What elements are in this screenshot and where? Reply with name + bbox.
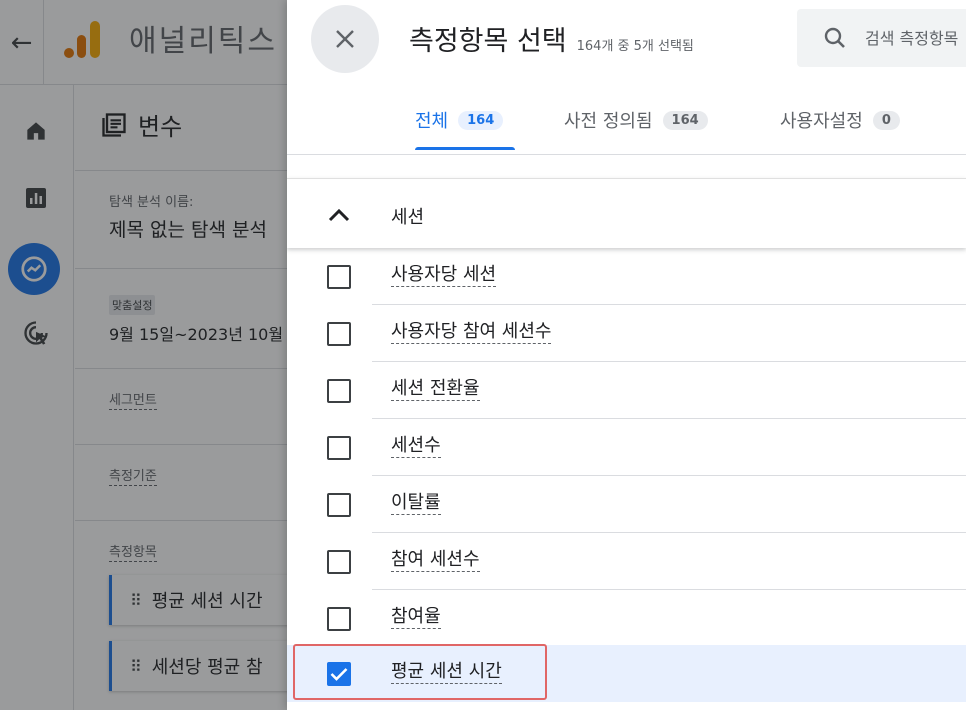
tab-label: 사전 정의됨 — [564, 111, 653, 132]
metric-label: 세션 전환율 — [391, 378, 480, 401]
tab-bar: 전체 164 사전 정의됨 164 사용자설정 0 — [287, 85, 966, 155]
metric-checkbox[interactable] — [327, 550, 351, 574]
metric-row[interactable]: 사용자당 참여 세션수 — [287, 305, 966, 362]
metric-label: 참여율 — [391, 606, 441, 629]
tab-label: 전체 — [415, 111, 449, 132]
chevron-up-icon[interactable] — [325, 201, 353, 229]
metric-label: 이탈률 — [391, 492, 441, 515]
search-box[interactable] — [797, 9, 966, 67]
tab-all[interactable]: 전체 164 — [415, 85, 504, 155]
tab-count-badge: 164 — [458, 110, 504, 130]
tab-predefined[interactable]: 사전 정의됨 164 — [564, 85, 708, 155]
group-label: 세션 — [391, 207, 425, 228]
active-tab-indicator — [415, 147, 515, 150]
tab-count-badge: 0 — [872, 110, 900, 130]
metric-checkbox[interactable] — [327, 379, 351, 403]
metric-label: 사용자당 참여 세션수 — [391, 321, 552, 344]
selection-count: 164개 중 5개 선택됨 — [576, 39, 694, 54]
search-icon — [824, 27, 845, 48]
tab-label: 사용자설정 — [780, 111, 863, 132]
metric-label: 세션수 — [391, 435, 441, 458]
close-icon — [336, 30, 354, 48]
close-button[interactable] — [311, 5, 379, 73]
metric-checkbox[interactable] — [327, 265, 351, 289]
search-input[interactable] — [865, 28, 966, 48]
metric-checkbox[interactable] — [327, 322, 351, 346]
group-header-session[interactable]: 세션 — [287, 178, 966, 248]
metric-label: 참여 세션수 — [391, 549, 480, 572]
tab-count-badge: 164 — [662, 110, 708, 130]
metric-checkbox[interactable] — [327, 607, 351, 631]
highlight-annotation — [293, 644, 547, 700]
metric-row[interactable]: 세션 전환율 — [287, 362, 966, 419]
metric-row[interactable]: 참여율 — [287, 590, 966, 647]
metric-row[interactable]: 이탈률 — [287, 476, 966, 533]
metric-label: 사용자당 세션 — [391, 264, 497, 287]
metric-row[interactable]: 세션수 — [287, 419, 966, 476]
metric-checkbox[interactable] — [327, 436, 351, 460]
drawer-title: 측정항목 선택 164개 중 5개 선택됨 — [409, 19, 694, 58]
metric-picker-drawer: 측정항목 선택 164개 중 5개 선택됨 전체 164 사전 정의됨 164 … — [287, 0, 966, 710]
metric-checkbox[interactable] — [327, 493, 351, 517]
tab-custom[interactable]: 사용자설정 0 — [780, 85, 900, 155]
metric-row[interactable]: 참여 세션수 — [287, 533, 966, 590]
metric-row[interactable]: 사용자당 세션 — [287, 248, 966, 305]
drawer-title-text: 측정항목 선택 — [409, 26, 567, 57]
